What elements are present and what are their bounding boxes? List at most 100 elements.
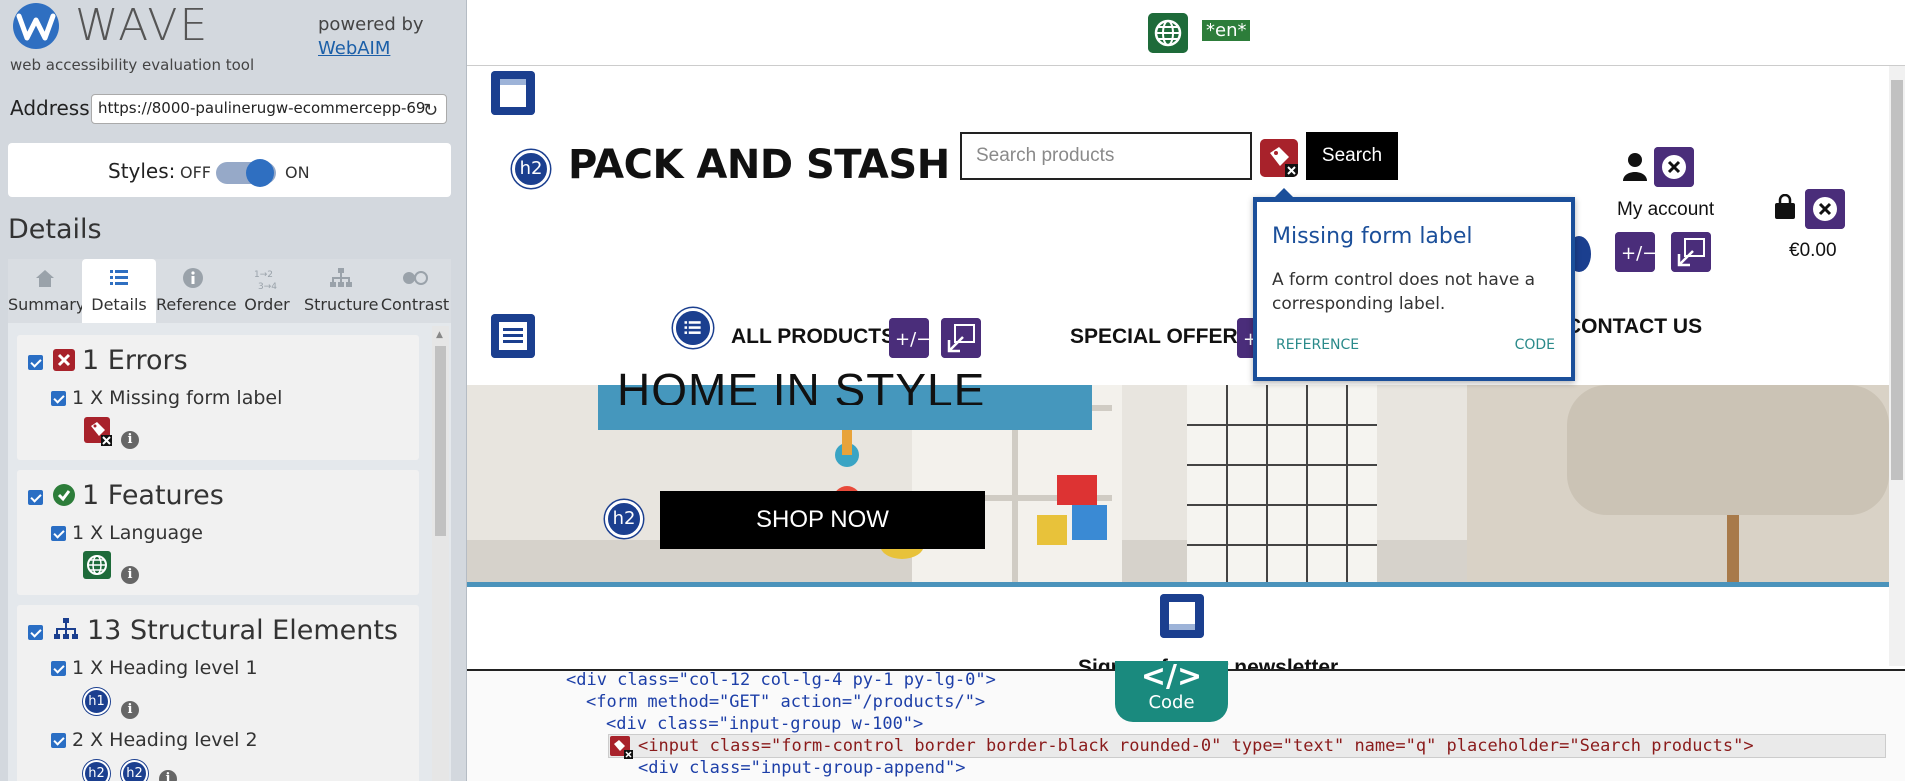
nav-region-icon[interactable] — [491, 314, 535, 358]
refresh-icon[interactable]: ↻ — [423, 100, 438, 121]
code-line: <div class="col-12 col-lg-4 py-1 py-lg-0… — [566, 670, 996, 690]
my-account-link[interactable]: My account — [1617, 199, 1714, 221]
h2-badge-icon[interactable]: h2 — [121, 760, 148, 781]
code-line-input: <input class="form-control border border… — [638, 736, 1754, 756]
tab-order[interactable]: 1→2 3→4 Order — [230, 259, 304, 323]
panel-tabs: Summary Details Reference 1→2 3→4 Order S… — [8, 259, 451, 323]
wave-sidebar: WAVE web accessibility evaluation tool p… — [0, 0, 467, 781]
shop-now-button[interactable]: SHOP NOW — [660, 491, 985, 549]
toggle-knob — [246, 159, 274, 187]
features-title: 1 Features — [82, 480, 224, 511]
tab-summary-label: Summary — [8, 295, 86, 314]
order-icon: 1→2 3→4 — [230, 259, 304, 295]
aria-alert-icon[interactable] — [1654, 147, 1694, 187]
scroll-thumb[interactable] — [435, 346, 446, 536]
page-topbar: *en* — [467, 0, 1905, 66]
code-line: <div class="input-group-append"> — [638, 758, 966, 778]
features-checkbox[interactable] — [28, 490, 43, 505]
details-scrollbar[interactable]: ▲ — [432, 326, 449, 781]
tab-summary[interactable]: Summary — [8, 259, 86, 323]
language-globe-icon[interactable] — [1148, 13, 1188, 53]
code-toggle-tab[interactable]: </> Code — [1115, 661, 1228, 722]
tab-contrast[interactable]: Contrast — [378, 259, 452, 323]
footer-region-icon[interactable] — [1160, 594, 1204, 638]
tab-reference-label: Reference — [156, 295, 237, 314]
wave-logo-icon — [13, 3, 59, 49]
tab-details[interactable]: Details — [82, 259, 156, 323]
errors-title: 1 Errors — [82, 345, 188, 376]
hero-bottom-bar — [467, 582, 1889, 587]
tab-structure[interactable]: Structure — [304, 259, 378, 323]
wave-logo-text: WAVE — [75, 0, 210, 51]
tooltip-code-link[interactable]: CODE — [1515, 337, 1555, 353]
h2-badge-icon[interactable]: h2 — [83, 760, 110, 781]
missing-label-tag-icon[interactable] — [1260, 139, 1298, 177]
structure-checkbox[interactable] — [28, 625, 43, 640]
brand-heading[interactable]: PACK AND STASH — [568, 142, 950, 188]
tooltip-reference-link[interactable]: REFERENCE — [1276, 337, 1359, 353]
tab-reference[interactable]: Reference — [156, 259, 237, 323]
info-icon[interactable]: i — [121, 701, 139, 719]
address-label: Address: — [10, 96, 97, 120]
feature-check-icon — [53, 484, 75, 506]
aria-expanded-icon[interactable]: +/− — [889, 318, 929, 358]
page-scrollbar[interactable] — [1889, 66, 1905, 666]
language-item[interactable]: 1 X Language — [72, 522, 203, 544]
search-button[interactable]: Search — [1306, 132, 1398, 180]
svg-text:1→2: 1→2 — [254, 270, 273, 280]
errors-card: 1 Errors 1 X Missing form label i — [17, 335, 419, 460]
tab-details-label: Details — [91, 295, 147, 314]
heading1-checkbox[interactable] — [51, 661, 66, 676]
scroll-up-icon[interactable]: ▲ — [436, 330, 443, 340]
heading2-checkbox[interactable] — [51, 733, 66, 748]
aria-popup-icon[interactable] — [941, 318, 981, 358]
missing-label-checkbox[interactable] — [51, 391, 66, 406]
webaim-link[interactable]: WebAIM — [318, 37, 424, 61]
language-checkbox[interactable] — [51, 526, 66, 541]
header-region-icon[interactable] — [491, 71, 535, 115]
error-x-icon — [53, 349, 75, 371]
nav-contact[interactable]: CONTACT US — [1566, 315, 1702, 339]
page-scroll-thumb[interactable] — [1891, 80, 1903, 480]
missing-label-item[interactable]: 1 X Missing form label — [72, 387, 282, 409]
code-line: <div class="input-group w-100"> — [606, 714, 924, 734]
user-icon[interactable] — [1622, 151, 1648, 181]
aria-popup-icon[interactable] — [1671, 232, 1711, 272]
language-tag: *en* — [1202, 20, 1251, 41]
contrast-icon — [378, 259, 452, 295]
h1-badge-icon[interactable]: h1 — [83, 688, 110, 715]
h2-badge-icon[interactable]: h2 — [512, 150, 550, 188]
error-tooltip: Missing form label A form control does n… — [1253, 188, 1575, 381]
shopping-bag-icon[interactable] — [1773, 194, 1797, 220]
language-globe-icon[interactable] — [83, 551, 111, 579]
aria-expanded-icon[interactable]: +/− — [1615, 232, 1655, 272]
styles-toggle[interactable] — [216, 159, 276, 187]
home-icon — [8, 259, 82, 295]
info-icon[interactable]: i — [121, 566, 139, 584]
search-input[interactable]: Search products — [960, 132, 1252, 180]
powered-by: powered by WebAIM — [318, 13, 424, 61]
address-input[interactable]: https://8000-paulinerugw-ecommercepp-69 — [91, 94, 447, 124]
info-icon[interactable]: i — [121, 431, 139, 449]
list-icon[interactable] — [673, 308, 713, 348]
missing-label-tag-icon[interactable] — [83, 416, 113, 446]
errors-checkbox[interactable] — [28, 355, 43, 370]
styles-toggle-box: Styles: OFF ON — [8, 143, 451, 197]
tab-structure-label: Structure — [304, 295, 379, 314]
heading1-item[interactable]: 1 X Heading level 1 — [72, 657, 258, 679]
missing-label-tag-icon[interactable] — [609, 735, 633, 759]
aria-alert-icon[interactable] — [1805, 189, 1845, 229]
tagline: web accessibility evaluation tool — [10, 56, 255, 74]
h2-badge-icon[interactable]: h2 — [605, 500, 643, 538]
code-tab-label: Code — [1148, 692, 1195, 713]
code-line: <form method="GET" action="/products/"> — [586, 692, 986, 712]
heading2-item[interactable]: 2 X Heading level 2 — [72, 729, 258, 751]
structure-title: 13 Structural Elements — [87, 615, 399, 646]
structure-icon — [304, 259, 378, 295]
nav-special-offers[interactable]: SPECIAL OFFERS — [1070, 325, 1252, 349]
cart-total[interactable]: €0.00 — [1789, 240, 1837, 262]
styles-label: Styles: — [108, 159, 176, 183]
nav-all-products[interactable]: ALL PRODUCTS — [731, 325, 895, 349]
info-icon[interactable]: i — [159, 770, 177, 781]
svg-text:3→4: 3→4 — [258, 282, 277, 291]
